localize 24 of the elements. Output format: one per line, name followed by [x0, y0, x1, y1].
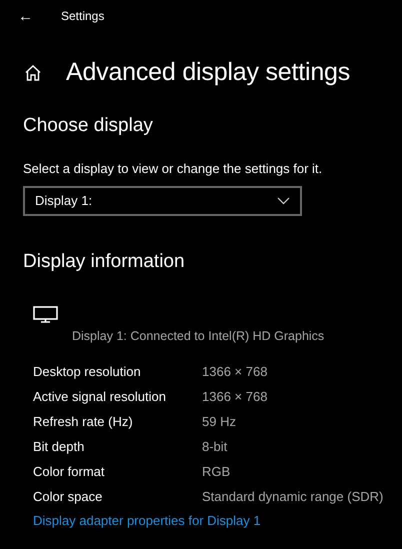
home-icon[interactable]: [24, 64, 42, 82]
info-value: Standard dynamic range (SDR): [202, 488, 384, 506]
info-label: Color space: [33, 488, 104, 506]
section-heading: Display information: [23, 250, 186, 274]
info-value: 1366 × 768: [202, 363, 268, 381]
page-title: Advanced display settings: [66, 57, 350, 88]
info-label: Bit depth: [33, 438, 86, 456]
back-button[interactable]: ←: [14, 8, 37, 24]
info-value: 1366 × 768: [202, 388, 268, 406]
info-value: RGB: [202, 463, 230, 481]
adapter-properties-link[interactable]: Display adapter properties for Display 1: [33, 513, 261, 528]
info-label: Color format: [33, 463, 106, 481]
section-heading: Choose display: [23, 114, 154, 138]
monitor-icon: [33, 306, 58, 323]
info-label: Desktop resolution: [33, 363, 142, 381]
device-text: Display 1: Connected to Intel(R) HD Graphics: [72, 328, 326, 345]
chevron-icon: [277, 197, 290, 205]
window-title: Settings: [61, 8, 104, 25]
description-text: Select a display to view or change the settings for it.: [23, 160, 324, 178]
info-label: Refresh rate (Hz): [33, 413, 134, 431]
info-value: 59 Hz: [202, 413, 236, 431]
info-value: 8-bit: [202, 438, 228, 456]
info-label: Active signal resolution: [33, 388, 167, 406]
display-dropdown[interactable]: Display 1:: [23, 186, 302, 216]
